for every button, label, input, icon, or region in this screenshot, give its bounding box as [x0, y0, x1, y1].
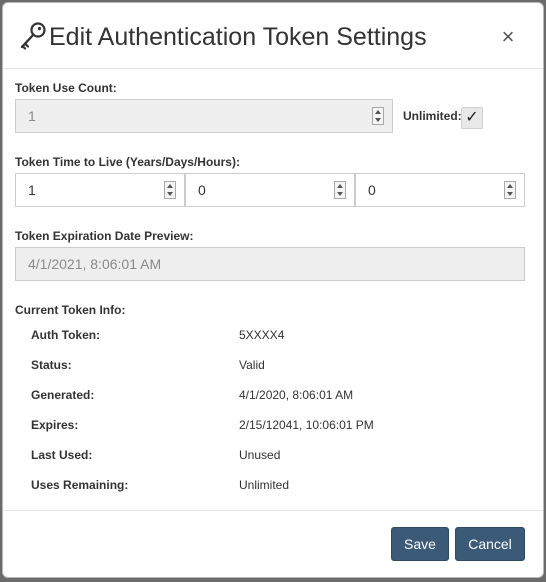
- status-key: Status:: [31, 358, 72, 372]
- edit-token-dialog: Edit Authentication Token Settings × Tok…: [2, 2, 544, 578]
- cancel-button[interactable]: Cancel: [455, 527, 525, 561]
- auth-token-value: 5XXXX4: [239, 328, 285, 342]
- generated-value: 4/1/2020, 8:06:01 AM: [239, 388, 354, 402]
- save-button[interactable]: Save: [391, 527, 449, 561]
- expiration-preview-label: Token Expiration Date Preview:: [15, 229, 194, 243]
- token-use-count-value: 1: [28, 108, 36, 124]
- token-use-count-label: Token Use Count:: [15, 81, 117, 95]
- ttl-hours-input[interactable]: 0: [355, 173, 525, 207]
- days-spinner[interactable]: [334, 181, 346, 199]
- footer-divider: [3, 510, 543, 511]
- ttl-hours-value: 0: [368, 182, 376, 198]
- close-button[interactable]: ×: [497, 26, 519, 48]
- dialog-header: Edit Authentication Token Settings ×: [3, 3, 543, 69]
- unlimited-label: Unlimited:: [403, 109, 462, 123]
- use-count-spinner[interactable]: [372, 107, 384, 125]
- generated-key: Generated:: [31, 388, 95, 402]
- key-icon: [20, 22, 46, 50]
- hours-spinner[interactable]: [504, 181, 516, 199]
- ttl-years-input[interactable]: 1: [15, 173, 185, 207]
- expiration-preview-value: 4/1/2021, 8:06:01 AM: [28, 256, 162, 272]
- ttl-label: Token Time to Live (Years/Days/Hours):: [15, 155, 240, 169]
- unlimited-checkbox[interactable]: ✓: [461, 107, 483, 129]
- ttl-days-input[interactable]: 0: [185, 173, 355, 207]
- current-token-info-heading: Current Token Info:: [15, 303, 126, 317]
- expiration-preview-field: 4/1/2021, 8:06:01 AM: [15, 247, 525, 281]
- ttl-years-value: 1: [28, 182, 36, 198]
- expires-value: 2/15/12041, 10:06:01 PM: [239, 418, 374, 432]
- ttl-days-value: 0: [198, 182, 206, 198]
- status-value: Valid: [239, 358, 265, 372]
- years-spinner[interactable]: [164, 181, 176, 199]
- uses-remaining-value: Unlimited: [239, 478, 290, 492]
- last-used-value: Unused: [239, 448, 281, 462]
- auth-token-key: Auth Token:: [31, 328, 101, 342]
- dialog-title: Edit Authentication Token Settings: [49, 23, 427, 51]
- last-used-key: Last Used:: [31, 448, 93, 462]
- checkmark-icon: ✓: [465, 109, 479, 126]
- uses-remaining-key: Uses Remaining:: [31, 478, 129, 492]
- token-use-count-input[interactable]: 1: [15, 99, 393, 133]
- expires-key: Expires:: [31, 418, 79, 432]
